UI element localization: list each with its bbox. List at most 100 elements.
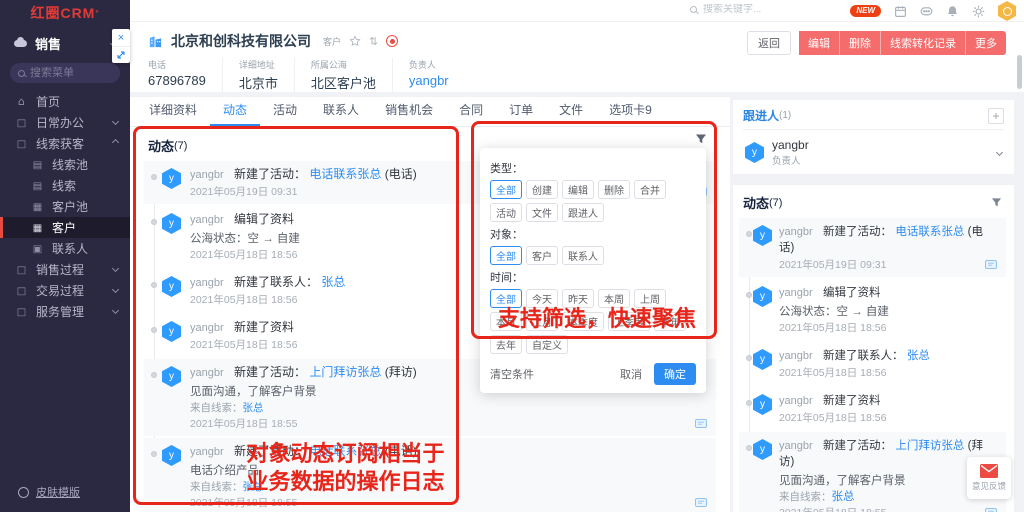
comment-icon[interactable] <box>695 419 707 429</box>
filter-funnel-icon[interactable] <box>695 133 707 148</box>
lead-convert-record-button[interactable]: 线索转化记录 <box>881 31 966 55</box>
gear-icon[interactable] <box>972 5 985 18</box>
timeline-dot <box>151 219 157 225</box>
filter-chip[interactable]: 创建 <box>526 180 558 199</box>
entry-source-link[interactable]: 张总 <box>243 481 264 493</box>
confirm-button[interactable]: 确定 <box>654 363 696 385</box>
clear-conditions-link[interactable]: 清空条件 <box>490 366 534 382</box>
filter-chip[interactable]: 全部 <box>490 180 522 199</box>
tab[interactable]: 动态 <box>210 97 260 126</box>
filter-chip[interactable]: 文件 <box>526 203 558 222</box>
filter-chip[interactable]: 联系人 <box>562 246 604 265</box>
filter-chip[interactable]: 本周 <box>598 289 630 308</box>
feedback-button[interactable]: 意见反馈 <box>967 457 1011 499</box>
filter-object-options: 全部客户联系人 <box>490 246 696 265</box>
filter-chip[interactable]: 活动 <box>490 203 522 222</box>
filter-chip[interactable]: 自定义 <box>526 335 568 354</box>
filter-chip[interactable]: 本年 <box>654 312 686 331</box>
filter-chip[interactable]: 跟进人 <box>562 203 604 222</box>
sidebar-nav-item[interactable]: 联系人 <box>0 238 130 259</box>
entry-link[interactable]: 电话联系张总 <box>309 167 381 181</box>
sidebar-nav-item[interactable]: 日常办公 <box>0 112 130 133</box>
brand-logo-text: 红圈CRM <box>30 3 95 23</box>
tab[interactable]: 合同 <box>446 97 496 126</box>
entry-action: 新建了资料 <box>234 320 294 334</box>
sidebar-nav-item[interactable]: 服务管理 <box>0 301 130 322</box>
global-search-input[interactable] <box>703 4 793 15</box>
sidebar-search-input[interactable] <box>30 67 110 79</box>
comment-icon[interactable] <box>985 508 997 512</box>
filter-chip[interactable]: 编辑 <box>562 180 594 199</box>
sidebar-nav-item[interactable]: 销售过程 <box>0 259 130 280</box>
entry-link[interactable]: 电话联系张总 <box>309 444 381 458</box>
entry-source-link[interactable]: 张总 <box>832 491 855 503</box>
tab[interactable]: 订单 <box>496 97 546 126</box>
workspace-switcher[interactable]: 销售 <box>0 26 130 59</box>
entry-link[interactable]: 上门拜访张总 <box>895 440 964 452</box>
edit-button[interactable]: 编辑 <box>799 31 840 55</box>
filter-funnel-icon[interactable] <box>991 197 1002 208</box>
avatar: y <box>753 394 772 415</box>
feed-entry: y yangbr 新建了活动： 上门拜访张总 (拜访) 见面沟通，了解客户背景 … <box>739 432 1006 512</box>
tab[interactable]: 联系人 <box>310 97 372 126</box>
sidebar-nav-item[interactable]: 客户 <box>0 217 130 238</box>
field-value: 67896789 <box>148 73 206 88</box>
add-follower-button[interactable]: + <box>988 108 1004 124</box>
field-value: 北京市 <box>239 73 278 92</box>
filter-chip[interactable]: 上月 <box>526 312 558 331</box>
seal-icon[interactable] <box>386 35 398 47</box>
cancel-button[interactable]: 取消 <box>612 364 650 384</box>
follower-row[interactable]: y yangbr 负责人 <box>743 130 1004 175</box>
entry-suffix: (电话) <box>385 167 417 181</box>
comment-icon[interactable] <box>985 260 997 270</box>
tab[interactable]: 文件 <box>546 97 596 126</box>
filter-chip[interactable]: 昨天 <box>562 289 594 308</box>
entry-source-link[interactable]: 张总 <box>243 402 264 414</box>
tab[interactable]: 销售机会 <box>372 97 446 126</box>
transfer-icon[interactable]: ⇅ <box>369 35 378 48</box>
comment-icon[interactable] <box>695 498 707 508</box>
sidebar-nav-item[interactable]: 首页 <box>0 91 130 112</box>
skin-template-link[interactable]: 皮肤模版 <box>0 474 130 512</box>
tab[interactable]: 详细资料 <box>136 97 210 126</box>
entry-link[interactable]: 上门拜访张总 <box>309 365 381 379</box>
sidebar-nav-item[interactable]: 交易过程 <box>0 280 130 301</box>
brand-logo-sup: ° <box>95 9 99 18</box>
sidebar-nav-item[interactable]: 客户池 <box>0 196 130 217</box>
entry-link[interactable]: 电话联系张总 <box>895 226 964 238</box>
entry-link[interactable]: 张总 <box>321 275 345 289</box>
filter-chip[interactable]: 本季度 <box>562 312 604 331</box>
delete-button[interactable]: 删除 <box>840 31 881 55</box>
close-icon[interactable]: × <box>112 29 130 46</box>
resize-icon[interactable] <box>112 46 130 63</box>
calendar-icon[interactable] <box>894 5 907 18</box>
back-button[interactable]: 返回 <box>747 31 791 55</box>
timeline-dot <box>151 282 157 288</box>
sidebar-search[interactable] <box>10 63 120 83</box>
timeline-dot <box>151 174 157 180</box>
filter-chip[interactable]: 全部 <box>490 246 522 265</box>
filter-chip[interactable]: 删除 <box>598 180 630 199</box>
filter-chip[interactable]: 客户 <box>526 246 558 265</box>
more-button[interactable]: 更多 <box>966 31 1006 55</box>
star-icon[interactable] <box>349 35 361 47</box>
chat-icon[interactable] <box>920 5 933 18</box>
bell-icon[interactable] <box>946 5 959 18</box>
sidebar-nav-item[interactable]: 线索获客 <box>0 133 130 154</box>
company-header: 北京和创科技有限公司 客户 ⇅ 电话 67896789 详细地址 <box>130 22 1024 92</box>
filter-chip[interactable]: 今天 <box>526 289 558 308</box>
user-avatar[interactable] <box>998 1 1016 21</box>
entry-link[interactable]: 张总 <box>907 350 930 362</box>
filter-chip[interactable]: 合并 <box>634 180 666 199</box>
filter-chip[interactable]: 上季度 <box>608 312 650 331</box>
filter-chip[interactable]: 全部 <box>490 289 522 308</box>
sidebar-nav-item[interactable]: 线索池 <box>0 154 130 175</box>
filter-chip[interactable]: 去年 <box>490 335 522 354</box>
tab[interactable]: 活动 <box>260 97 310 126</box>
scrollbar-thumb[interactable] <box>1017 55 1022 89</box>
filter-chip[interactable]: 上周 <box>634 289 666 308</box>
tab[interactable]: 选项卡9 <box>596 97 665 126</box>
global-search[interactable] <box>690 4 793 15</box>
sidebar-nav-item[interactable]: 线索 <box>0 175 130 196</box>
filter-chip[interactable]: 本月 <box>490 312 522 331</box>
